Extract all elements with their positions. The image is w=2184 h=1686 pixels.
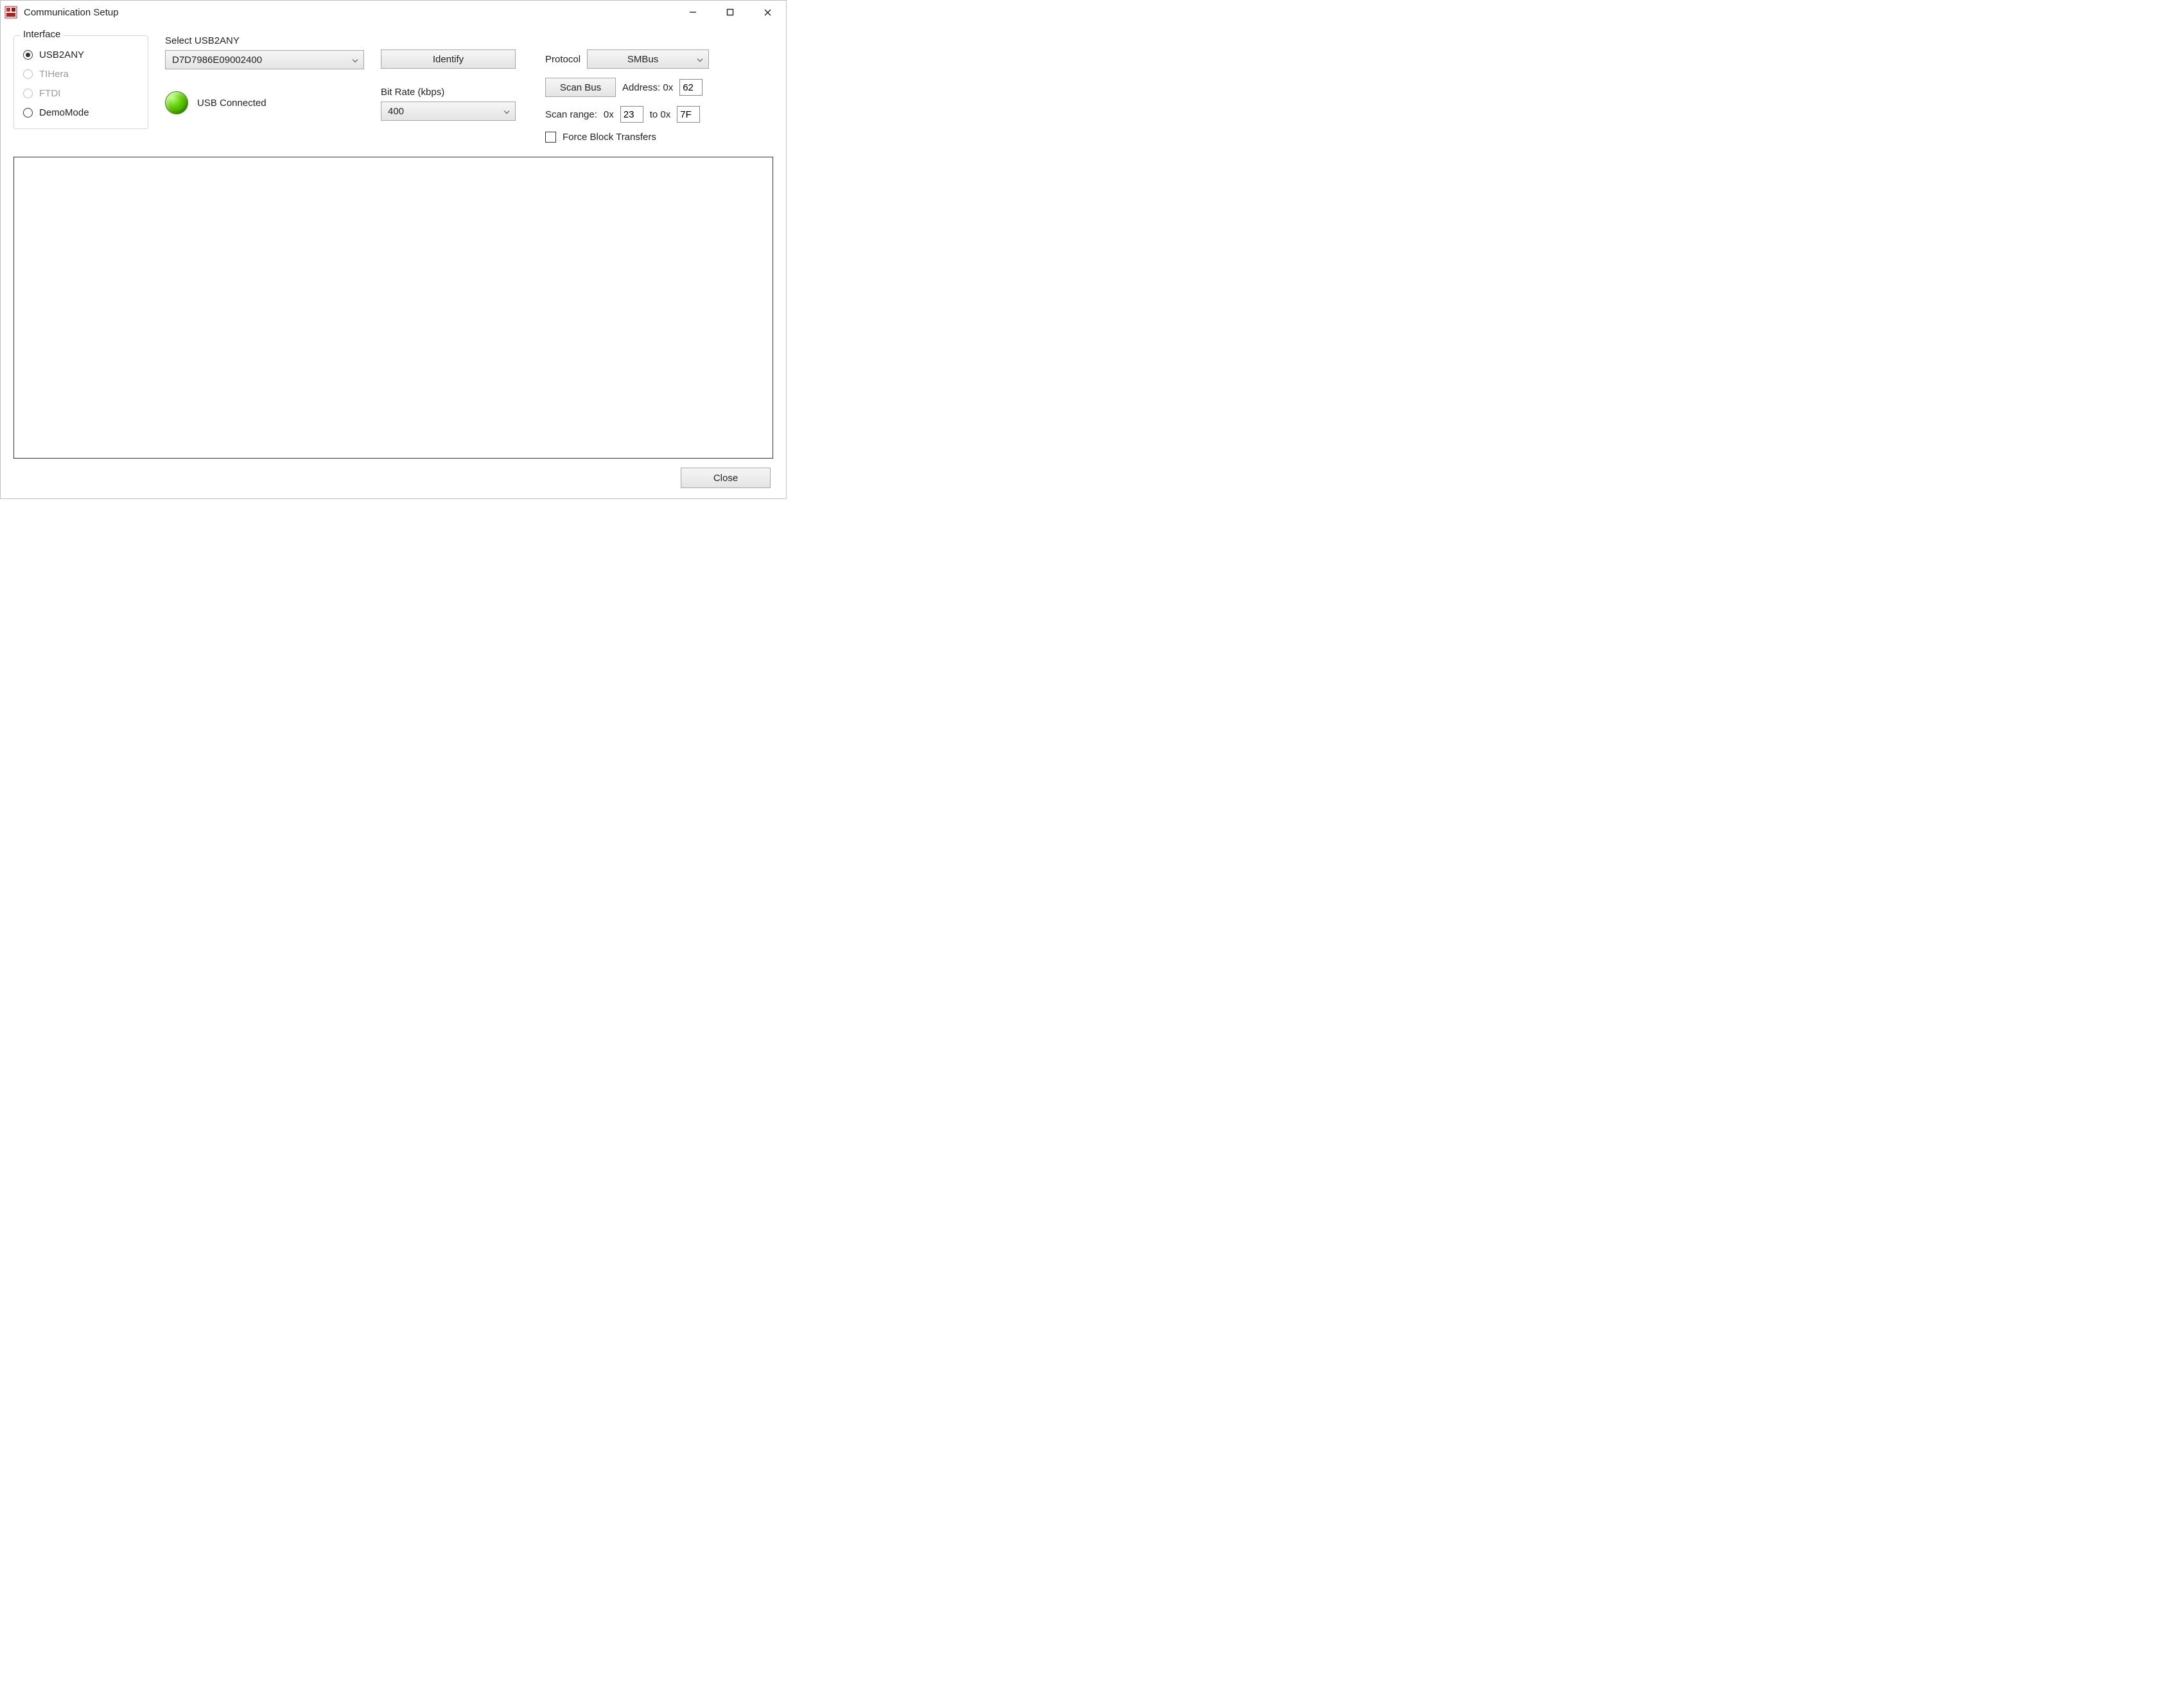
radio-label: TIHera — [39, 69, 69, 80]
bitrate-dropdown[interactable]: 400 — [381, 101, 516, 121]
chevron-down-icon — [697, 54, 703, 65]
radio-icon — [23, 108, 33, 118]
hex-prefix: 0x — [604, 109, 614, 120]
scan-range-label: Scan range: — [545, 109, 597, 120]
chevron-down-icon — [352, 55, 358, 66]
interface-legend: Interface — [21, 29, 63, 40]
scan-bus-button[interactable]: Scan Bus — [545, 78, 616, 97]
bitrate-label: Bit Rate (kbps) — [381, 87, 529, 98]
scan-range-to-input[interactable] — [677, 106, 700, 123]
close-button[interactable]: Close — [681, 468, 771, 488]
log-output-area[interactable] — [13, 157, 773, 459]
interface-option-demomode[interactable]: DemoMode — [23, 103, 139, 122]
radio-label: DemoMode — [39, 107, 89, 118]
close-window-button[interactable] — [749, 1, 786, 24]
protocol-label: Protocol — [545, 54, 581, 65]
protocol-dropdown[interactable]: SMBus — [587, 49, 709, 69]
titlebar: Communication Setup — [1, 1, 786, 24]
hex-to-label: to 0x — [650, 109, 671, 120]
select-usb2any-label: Select USB2ANY — [165, 35, 364, 46]
radio-icon — [23, 50, 33, 60]
chevron-down-icon — [503, 106, 510, 117]
app-icon — [4, 6, 17, 19]
scan-range-from-input[interactable] — [620, 106, 643, 123]
address-input[interactable] — [679, 79, 703, 96]
maximize-button[interactable] — [712, 1, 749, 24]
identify-button[interactable]: Identify — [381, 49, 516, 69]
address-label: Address: 0x — [622, 82, 673, 93]
interface-option-usb2any[interactable]: USB2ANY — [23, 45, 139, 64]
radio-icon — [23, 69, 33, 79]
radio-label: FTDI — [39, 88, 60, 99]
force-block-transfers-label: Force Block Transfers — [563, 132, 656, 143]
interface-option-ftdi[interactable]: FTDI — [23, 83, 139, 103]
radio-icon — [23, 89, 33, 98]
window-controls — [674, 1, 786, 24]
client-area: Interface USB2ANY TIHera FTDI DemoMode — [1, 24, 786, 498]
window-title: Communication Setup — [24, 7, 119, 18]
usb-status-led-icon — [165, 91, 188, 114]
radio-label: USB2ANY — [39, 49, 84, 60]
dropdown-value: D7D7986E09002400 — [172, 55, 262, 66]
interface-option-tihera[interactable]: TIHera — [23, 64, 139, 83]
usb-status-text: USB Connected — [197, 98, 266, 109]
force-block-transfers-checkbox[interactable] — [545, 132, 556, 143]
dropdown-value: SMBus — [594, 54, 692, 65]
dropdown-value: 400 — [388, 106, 404, 117]
dialog-window: Communication Setup Interface USB2ANY — [0, 0, 787, 499]
minimize-button[interactable] — [674, 1, 712, 24]
usb2any-device-dropdown[interactable]: D7D7986E09002400 — [165, 50, 364, 69]
interface-groupbox: Interface USB2ANY TIHera FTDI DemoMode — [13, 35, 148, 129]
